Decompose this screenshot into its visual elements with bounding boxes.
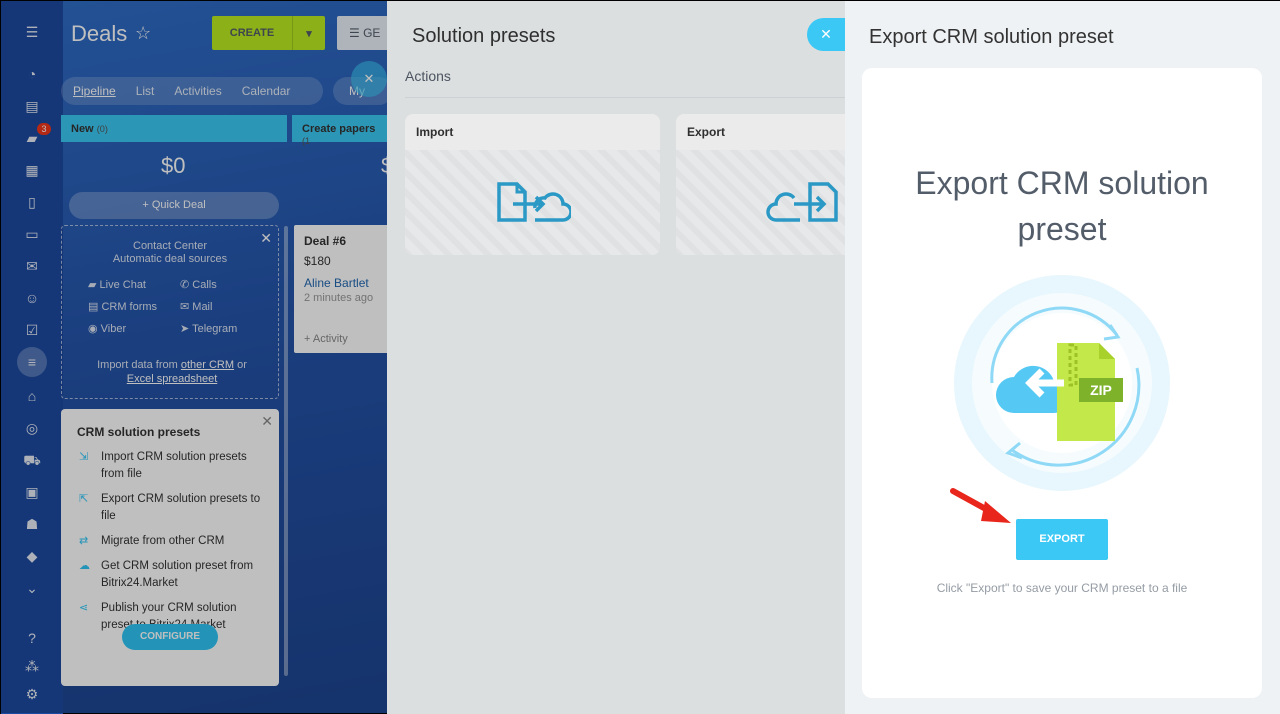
close-icon[interactable]: ✕ [807,18,845,51]
export-button[interactable]: EXPORT [1016,519,1108,560]
zip-label: ZIP [1090,382,1112,398]
overlay [387,1,845,714]
export-hint: Click "Export" to save your CRM preset t… [936,581,1188,595]
export-panel: Export CRM solution preset ZIP EXPORT Cl… [862,68,1262,698]
red-arrow-icon [950,488,1011,523]
export-heading: Export CRM solution preset [915,165,1209,247]
export-preset-slider: Export CRM solution preset Export CRM so… [845,1,1280,714]
slider-title: Export CRM solution preset [869,26,1114,48]
solution-presets-slider: Solution presets Actions Import Export [387,1,845,714]
export-zip-illustration-icon: ZIP [954,275,1170,491]
